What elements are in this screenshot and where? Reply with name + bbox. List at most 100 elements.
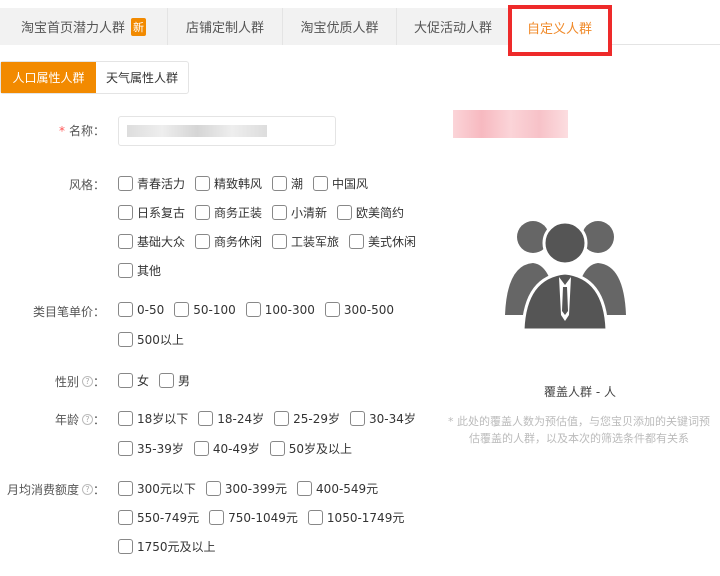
option-label: 50岁及以上: [288, 442, 353, 456]
checkbox[interactable]: [159, 373, 175, 388]
checkbox[interactable]: [118, 234, 133, 249]
age-option[interactable]: 40-49岁: [193, 440, 260, 457]
style-option[interactable]: 中国风: [313, 175, 368, 192]
checkbox[interactable]: [337, 205, 353, 220]
checkbox[interactable]: [118, 332, 133, 347]
checkbox[interactable]: [307, 510, 323, 525]
style-option[interactable]: 日系复古: [118, 204, 185, 221]
checkbox[interactable]: [118, 373, 133, 388]
style-option[interactable]: 商务正装: [195, 204, 262, 221]
gender-option-row: 女男: [118, 372, 200, 389]
tab-promo-activity[interactable]: 大促活动人群: [397, 8, 510, 45]
option-label: 欧美简约: [356, 206, 405, 220]
help-icon[interactable]: ?: [81, 484, 93, 495]
subtab-demographic[interactable]: 人口属性人群: [1, 62, 96, 93]
checkbox[interactable]: [205, 481, 221, 496]
checkbox[interactable]: [118, 176, 133, 191]
style-option[interactable]: 精致韩风: [195, 175, 262, 192]
age-option[interactable]: 50岁及以上: [269, 440, 353, 457]
price-label: 类目笔单价：: [32, 305, 105, 319]
checkbox[interactable]: [209, 510, 225, 525]
age-option-row: 35-39岁 40-49岁 50岁及以上: [118, 440, 362, 457]
checkbox[interactable]: [193, 441, 209, 456]
option-label: 400-549元: [316, 482, 379, 496]
style-option[interactable]: 其他: [118, 262, 161, 279]
spend-option[interactable]: 1050-1749元: [307, 509, 405, 526]
style-option[interactable]: 欧美简约: [337, 204, 404, 221]
price-option-row: 500以上: [118, 331, 194, 348]
spend-option[interactable]: 550-749元: [118, 509, 199, 526]
spend-option-row: 1750元及以上: [118, 538, 226, 555]
required-mark: *: [58, 123, 65, 138]
style-option[interactable]: 商务休闲: [195, 233, 262, 250]
help-icon[interactable]: ?: [81, 414, 93, 425]
checkbox[interactable]: [272, 205, 288, 220]
spend-option-row: 300元以下 300-399元 400-549元: [118, 480, 388, 497]
option-label: 35-39岁: [137, 442, 184, 456]
subtab-weather[interactable]: 天气属性人群: [96, 62, 188, 93]
option-label: 300-500: [343, 302, 395, 317]
checkbox[interactable]: [118, 441, 133, 456]
price-option[interactable]: 500以上: [118, 331, 184, 348]
price-option[interactable]: 0-50: [118, 302, 164, 317]
tab-store-custom[interactable]: 店铺定制人群: [168, 8, 283, 45]
option-label: 基础大众: [137, 235, 186, 249]
checkbox[interactable]: [195, 205, 211, 220]
checkbox[interactable]: [324, 302, 340, 317]
checkbox[interactable]: [349, 234, 365, 249]
subtab-bar: 人口属性人群 天气属性人群: [0, 61, 190, 94]
style-option[interactable]: 潮: [272, 175, 303, 192]
checkbox[interactable]: [118, 539, 133, 554]
style-option[interactable]: 工装军旅: [272, 233, 339, 250]
checkbox[interactable]: [118, 411, 133, 426]
price-option-row: 0-50 50-100 100-300 300-500: [118, 302, 404, 317]
label-text: 月均消费额度: [6, 483, 79, 497]
checkbox[interactable]: [118, 481, 133, 496]
help-icon[interactable]: ?: [81, 376, 93, 387]
checkbox[interactable]: [269, 441, 285, 456]
checkbox[interactable]: [118, 510, 133, 525]
style-option[interactable]: 小清新: [272, 204, 327, 221]
style-option[interactable]: 基础大众: [118, 233, 185, 250]
age-option[interactable]: 18岁以下: [118, 410, 188, 427]
name-input[interactable]: [118, 116, 336, 146]
gender-option[interactable]: 女: [118, 372, 149, 389]
checkbox[interactable]: [118, 302, 133, 317]
checkbox[interactable]: [195, 176, 211, 191]
price-option[interactable]: 100-300: [245, 302, 315, 317]
spend-option[interactable]: 1750元及以上: [118, 538, 216, 555]
label-text: 年龄: [54, 413, 79, 427]
checkbox[interactable]: [297, 481, 313, 496]
checkbox[interactable]: [174, 302, 190, 317]
checkbox[interactable]: [118, 205, 133, 220]
age-option[interactable]: 30-34岁: [350, 410, 416, 427]
tab-taobao-quality[interactable]: 淘宝优质人群: [283, 8, 397, 45]
option-label: 小清新: [291, 206, 328, 220]
age-option[interactable]: 35-39岁: [118, 440, 184, 457]
price-option[interactable]: 300-500: [324, 302, 395, 317]
price-option[interactable]: 50-100: [174, 302, 236, 317]
age-option[interactable]: 25-29岁: [274, 410, 340, 427]
checkbox[interactable]: [350, 411, 366, 426]
checkbox[interactable]: [245, 302, 261, 317]
highlight-box: [508, 5, 612, 56]
option-label: 中国风: [332, 177, 369, 191]
spend-option[interactable]: 300元以下: [118, 480, 196, 497]
age-option[interactable]: 18-24岁: [198, 410, 264, 427]
spend-option[interactable]: 400-549元: [297, 480, 378, 497]
checkbox[interactable]: [272, 176, 288, 191]
option-label: 1050-1749元: [326, 511, 405, 525]
checkbox[interactable]: [198, 411, 214, 426]
checkbox[interactable]: [274, 411, 290, 426]
tab-taobao-home-potential[interactable]: 淘宝首页潜力人群新: [0, 8, 168, 45]
gender-option[interactable]: 男: [159, 372, 190, 389]
checkbox[interactable]: [272, 234, 288, 249]
spend-option[interactable]: 300-399元: [205, 480, 287, 497]
checkbox[interactable]: [118, 263, 133, 278]
style-option[interactable]: 美式休闲: [349, 233, 416, 250]
checkbox[interactable]: [195, 234, 211, 249]
spend-option[interactable]: 750-1049元: [209, 509, 298, 526]
option-label: 日系复古: [137, 206, 186, 220]
style-option[interactable]: 青春活力: [118, 175, 185, 192]
checkbox[interactable]: [313, 176, 329, 191]
